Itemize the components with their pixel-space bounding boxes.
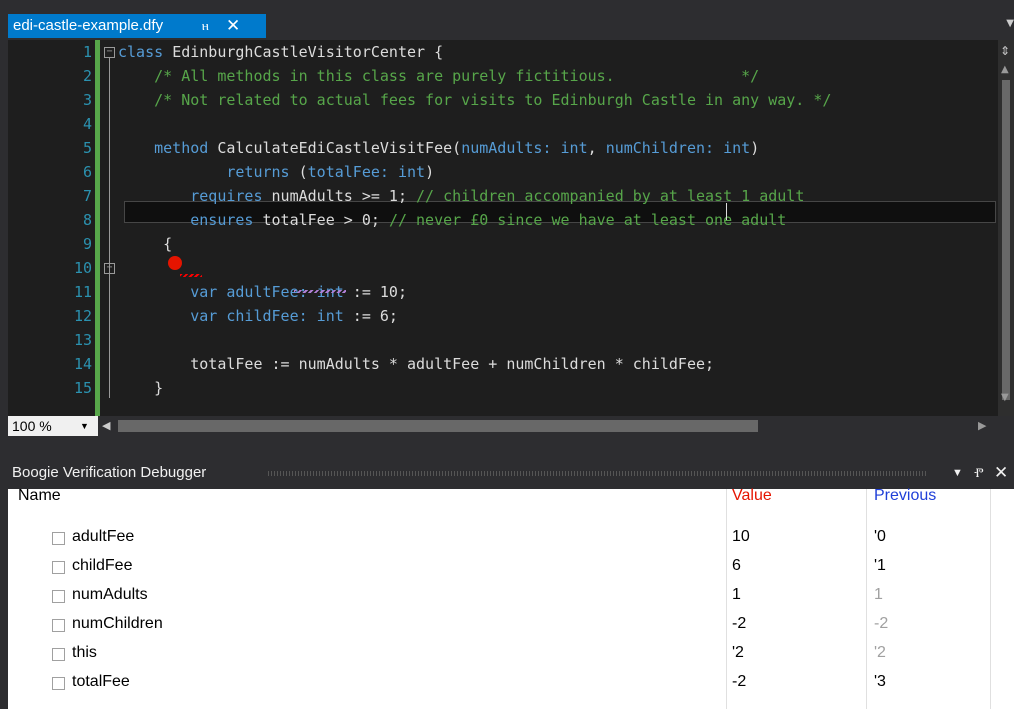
line-number: 2 <box>82 67 92 85</box>
variable-value: 1 <box>732 586 741 603</box>
variable-previous: '3 <box>874 673 886 690</box>
tab-filename: edi-castle-example.dfy <box>13 17 164 34</box>
table-row[interactable]: this '2 '2 <box>8 638 1014 667</box>
warning-squiggle <box>294 290 346 293</box>
code-line: ensures totalFee > 0; // never £0 since … <box>190 211 787 229</box>
variable-previous: 1 <box>874 586 883 603</box>
outline-guide <box>109 58 110 398</box>
line-number: 10 <box>73 259 92 277</box>
line-number: 6 <box>82 163 92 181</box>
line-number: 4 <box>82 115 92 133</box>
pin-icon[interactable]: Ⱂ <box>974 459 984 487</box>
variable-value: 10 <box>732 528 750 545</box>
variable-name: totalFee <box>72 673 130 690</box>
table-row[interactable]: totalFee -2 '3 <box>8 667 1014 696</box>
code-line: /* Not related to actual fees for visits… <box>118 91 832 109</box>
scroll-right-icon[interactable]: ▶ <box>978 419 986 432</box>
error-squiggle <box>180 274 202 277</box>
text-caret <box>726 203 727 220</box>
code-line: totalFee := numAdults * adultFee + numCh… <box>118 355 715 373</box>
row-checkbox[interactable] <box>52 532 65 545</box>
line-number: 12 <box>73 307 92 325</box>
line-number: 11 <box>73 283 92 301</box>
line-number: 8 <box>82 211 92 229</box>
document-tab[interactable]: edi-castle-example.dfy ⲏ ✕ <box>8 14 266 38</box>
variable-name: childFee <box>72 557 133 574</box>
collapse-icon[interactable]: − <box>104 47 115 58</box>
tab-dropdown-icon[interactable]: ▼ <box>1006 18 1014 29</box>
pin-icon[interactable]: ⲏ <box>202 14 209 38</box>
line-number: 9 <box>82 235 92 253</box>
variable-previous: '1 <box>874 557 886 574</box>
column-header-previous[interactable]: Previous <box>874 477 936 505</box>
close-icon[interactable]: ✕ <box>994 459 1008 487</box>
horizontal-scroll-thumb[interactable] <box>118 420 758 432</box>
code-line: var childFee: int := 6; <box>190 307 398 325</box>
column-header-value[interactable]: Value <box>732 477 772 505</box>
scroll-left-icon[interactable]: ◀ <box>102 419 110 432</box>
line-number: 1 <box>82 43 92 61</box>
table-row[interactable]: numAdults 1 1 <box>8 580 1014 609</box>
vertical-scrollbar[interactable]: ⇕ ▲ ▼ <box>998 40 1014 416</box>
scroll-down-icon[interactable]: ▼ <box>1001 392 1009 403</box>
code-line: method CalculateEdiCastleVisitFee(numAdu… <box>154 139 760 157</box>
breakpoint-icon[interactable] <box>168 256 182 270</box>
line-number: 14 <box>73 355 92 373</box>
line-number: 7 <box>82 187 92 205</box>
variables-grid: Name Value Previous adultFee 10 '0 child… <box>8 487 1014 709</box>
code-line: class EdinburghCastleVisitorCenter { <box>118 43 444 61</box>
code-line: } <box>118 379 164 397</box>
code-line: var adultFee: int := 10; <box>190 283 407 301</box>
debugger-panel-header: Boogie Verification Debugger ▼ Ⱂ ✕ <box>8 459 1014 487</box>
variable-value: -2 <box>732 673 747 690</box>
line-number: 13 <box>73 331 92 349</box>
row-checkbox[interactable] <box>52 561 65 574</box>
close-icon[interactable]: ✕ <box>226 14 240 38</box>
code-line: /* All methods in this class are purely … <box>118 67 760 85</box>
scroll-thumb[interactable] <box>1002 80 1010 400</box>
row-checkbox[interactable] <box>52 648 65 661</box>
table-row[interactable]: numChildren -2 -2 <box>8 609 1014 638</box>
line-number: 15 <box>73 379 92 397</box>
code-line: returns (totalFee: int) <box>226 163 435 181</box>
table-row[interactable]: childFee 6 '1 <box>8 551 1014 580</box>
document-tab-strip: edi-castle-example.dfy ⲏ ✕ ▼ <box>0 0 1014 40</box>
line-number: 3 <box>82 91 92 109</box>
column-header-name[interactable]: Name <box>18 477 61 505</box>
scroll-up-icon[interactable]: ▲ <box>1001 64 1009 75</box>
chevron-down-icon: ▼ <box>80 421 89 431</box>
variable-name: numAdults <box>72 586 148 603</box>
panel-menu-icon[interactable]: ▼ <box>952 459 963 487</box>
row-checkbox[interactable] <box>52 619 65 632</box>
row-checkbox[interactable] <box>52 590 65 603</box>
change-tracking-bar <box>95 40 100 416</box>
line-number-gutter: 1 2 3 4 5 6 7 8 9 10 11 12 13 14 15 <box>8 40 96 416</box>
code-line: requires numAdults >= 1; // children acc… <box>190 187 805 205</box>
variable-name: adultFee <box>72 528 135 545</box>
variable-value: '2 <box>732 644 744 661</box>
line-number: 5 <box>82 139 92 157</box>
editor-bottom-bar: 100 % ▼ ◀ ▶ <box>8 416 1014 436</box>
variable-previous: '0 <box>874 528 886 545</box>
variable-name: this <box>72 644 97 661</box>
panel-grip[interactable] <box>268 471 928 476</box>
variable-value: 6 <box>732 557 741 574</box>
split-view-icon[interactable]: ⇕ <box>1000 44 1010 58</box>
code-editor[interactable]: 1 2 3 4 5 6 7 8 9 10 11 12 13 14 15 − − … <box>8 40 1014 416</box>
variable-previous: '2 <box>874 644 886 661</box>
code-line: { <box>163 235 173 253</box>
table-row[interactable]: adultFee 10 '0 <box>8 522 1014 551</box>
zoom-selector[interactable]: 100 % ▼ <box>8 416 98 436</box>
variable-name: numChildren <box>72 615 163 632</box>
zoom-level: 100 % <box>12 418 52 434</box>
variable-previous: -2 <box>874 615 889 632</box>
row-checkbox[interactable] <box>52 677 65 690</box>
variable-value: -2 <box>732 615 747 632</box>
